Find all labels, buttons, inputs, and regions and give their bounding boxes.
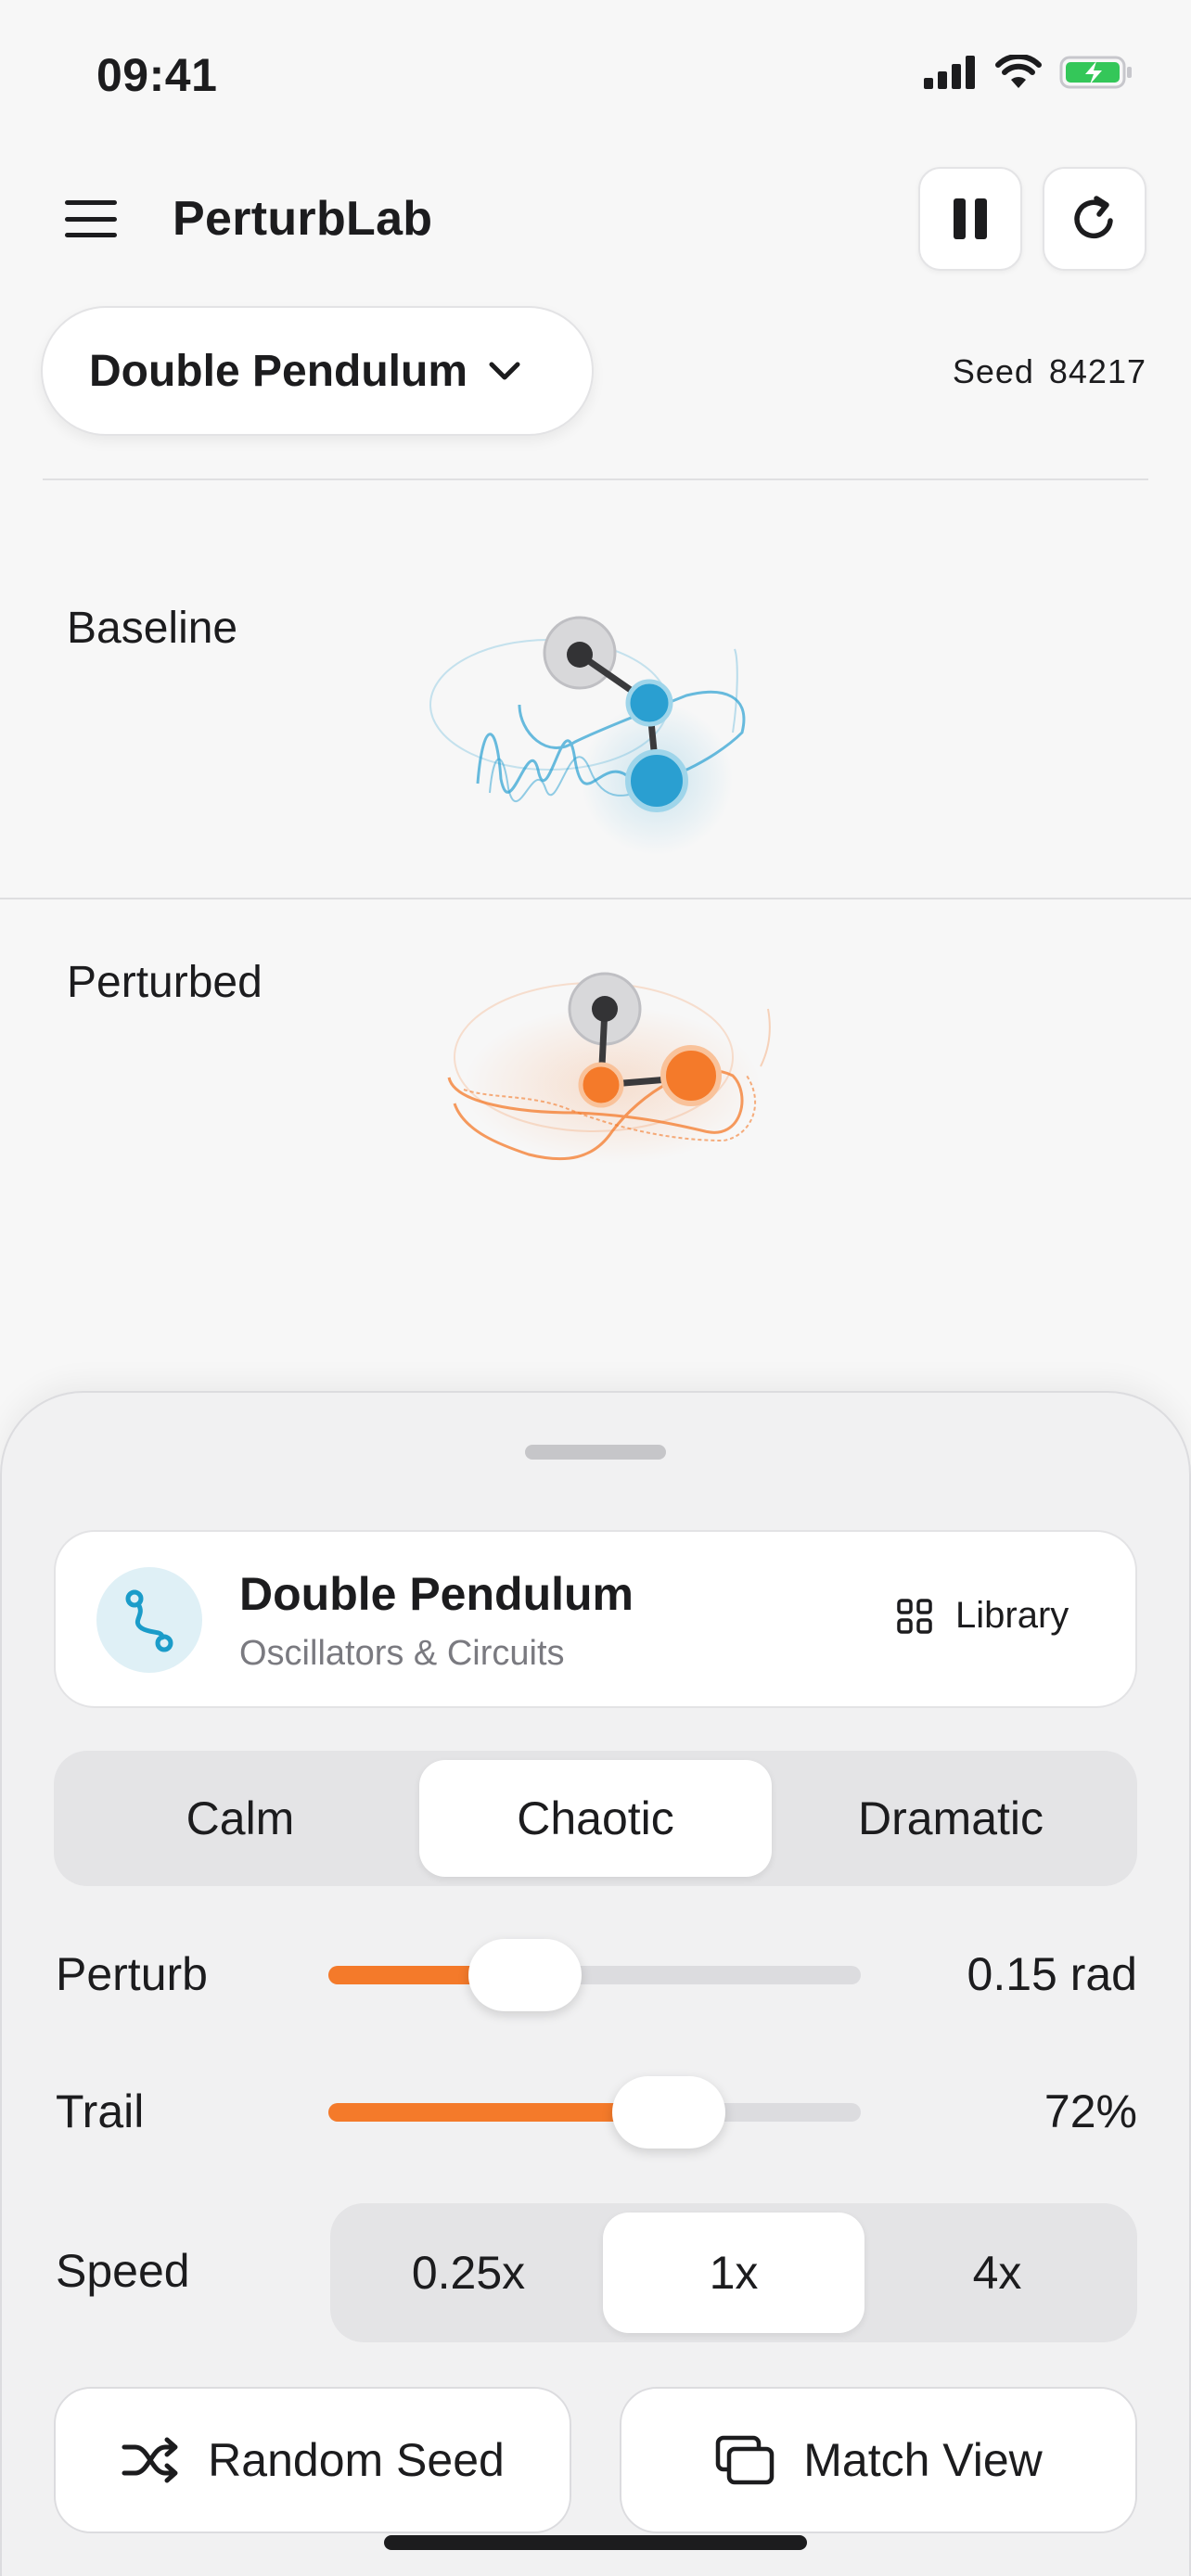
baseline-bob-2 bbox=[625, 749, 688, 812]
app-title: PerturbLab bbox=[173, 192, 433, 246]
pendulum-path-icon bbox=[125, 1589, 173, 1652]
grid-icon bbox=[897, 1598, 932, 1634]
preset-chaotic[interactable]: Chaotic bbox=[419, 1760, 772, 1877]
header-divider bbox=[43, 478, 1148, 480]
seed-readout: Seed 84217 bbox=[953, 352, 1146, 391]
baseline-bob-1 bbox=[625, 679, 673, 727]
pause-button[interactable] bbox=[918, 167, 1022, 271]
menu-button[interactable] bbox=[61, 195, 121, 243]
pause-icon bbox=[954, 198, 987, 239]
seed-label: Seed bbox=[952, 352, 1034, 390]
status-icons bbox=[924, 54, 1133, 91]
trail-slider[interactable] bbox=[328, 2103, 861, 2122]
baseline-simulation-canvas bbox=[429, 616, 746, 855]
menu-icon bbox=[65, 200, 117, 205]
system-picker-label: Double Pendulum bbox=[89, 346, 467, 396]
cellular-signal-icon bbox=[924, 56, 975, 89]
perturb-slider[interactable] bbox=[328, 1966, 861, 1984]
system-card-subtitle: Oscillators & Circuits bbox=[239, 1634, 565, 1673]
perturbed-pivot bbox=[592, 996, 618, 1022]
random-seed-label: Random Seed bbox=[208, 2434, 505, 2486]
overlapping-windows-icon bbox=[715, 2435, 775, 2485]
sheet-grabber[interactable] bbox=[525, 1445, 666, 1460]
speed-option-4x[interactable]: 4x bbox=[863, 2203, 1132, 2342]
refresh-icon bbox=[1074, 196, 1113, 238]
perturb-slider-thumb[interactable] bbox=[468, 1939, 583, 2011]
seed-value: 84217 bbox=[1048, 352, 1146, 390]
battery-charging-icon bbox=[1059, 56, 1132, 89]
preset-dramatic[interactable]: Dramatic bbox=[770, 1751, 1132, 1886]
wifi-icon bbox=[995, 55, 1042, 88]
match-view-button[interactable]: Match View bbox=[620, 2387, 1137, 2533]
speed-label: Speed bbox=[56, 2245, 190, 2297]
perturb-value: 0.15 rad bbox=[967, 1948, 1137, 2000]
perturbed-simulation-canvas bbox=[447, 972, 771, 1164]
speed-option-1x[interactable]: 1x bbox=[603, 2213, 864, 2333]
perturbed-bob-2 bbox=[660, 1045, 722, 1106]
perturbed-label: Perturbed bbox=[67, 958, 263, 1007]
preset-calm[interactable]: Calm bbox=[58, 1751, 423, 1886]
perturb-label: Perturb bbox=[56, 1948, 208, 2000]
match-view-label: Match View bbox=[803, 2434, 1043, 2486]
trail-slider-thumb[interactable] bbox=[612, 2076, 726, 2149]
random-seed-button[interactable]: Random Seed bbox=[54, 2387, 571, 2533]
panel-divider bbox=[0, 898, 1191, 899]
speed-option-0-25x[interactable]: 0.25x bbox=[334, 2203, 603, 2342]
restart-button[interactable] bbox=[1043, 167, 1146, 271]
chevron-down-icon bbox=[489, 362, 520, 380]
perturbed-bob-1 bbox=[578, 1062, 624, 1108]
status-time: 09:41 bbox=[96, 49, 218, 101]
system-card-title: Double Pendulum bbox=[239, 1568, 634, 1620]
system-icon-badge bbox=[96, 1567, 202, 1673]
library-button[interactable]: Library bbox=[896, 1595, 1069, 1637]
system-picker-dropdown[interactable]: Double Pendulum bbox=[41, 306, 594, 436]
baseline-label: Baseline bbox=[67, 604, 238, 653]
trail-value: 72% bbox=[1044, 2085, 1137, 2137]
home-indicator bbox=[384, 2535, 807, 2550]
trail-label: Trail bbox=[56, 2085, 145, 2137]
baseline-pivot bbox=[567, 642, 593, 668]
library-label: Library bbox=[955, 1595, 1069, 1636]
shuffle-icon bbox=[122, 2437, 178, 2483]
